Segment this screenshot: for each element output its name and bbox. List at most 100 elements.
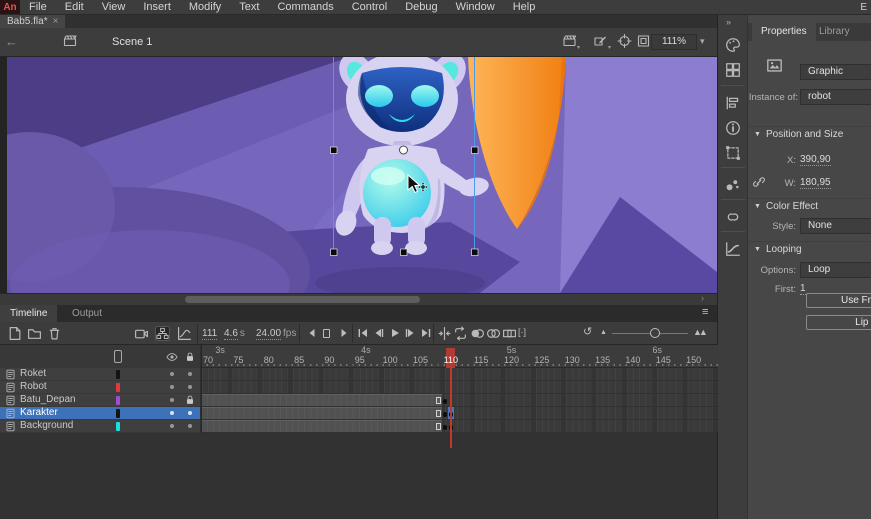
ruler-frame-number[interactable]: 100 xyxy=(383,355,398,365)
symbol-type-dropdown[interactable]: Graphic xyxy=(800,64,871,80)
menu-window[interactable]: Window xyxy=(447,0,504,15)
frame-span[interactable] xyxy=(202,420,442,432)
go-first-frame-icon[interactable] xyxy=(357,328,369,338)
play-icon[interactable] xyxy=(389,328,401,338)
ruler-frame-number[interactable]: 105 xyxy=(413,355,428,365)
creative-cloud-icon[interactable] xyxy=(725,209,741,225)
edit-multiple-frames-icon[interactable] xyxy=(502,326,517,341)
ruler-frame-number[interactable]: 140 xyxy=(625,355,640,365)
menu-edit[interactable]: Edit xyxy=(56,0,93,15)
eye-column-icon[interactable] xyxy=(165,351,179,363)
layer-lock-dot[interactable] xyxy=(188,424,192,428)
layer-row-robot[interactable]: Robot xyxy=(0,381,200,393)
layer-outline-color[interactable] xyxy=(116,383,120,392)
w-value[interactable]: 180,95 xyxy=(800,177,831,189)
tab-output[interactable]: Output xyxy=(62,305,112,322)
step-forward-icon[interactable] xyxy=(338,328,350,338)
layer-row-roket[interactable]: Roket xyxy=(0,368,200,380)
onion-skin-outlines-icon[interactable] xyxy=(486,326,501,341)
ruler-frame-number[interactable]: 145 xyxy=(656,355,671,365)
tab-timeline[interactable]: Timeline xyxy=(0,305,57,322)
keyframe-dot[interactable] xyxy=(443,412,447,416)
panel-menu-icon[interactable]: ≡ xyxy=(702,306,708,318)
brush-library-icon[interactable] xyxy=(725,177,741,193)
onion-skin-icon[interactable] xyxy=(470,326,485,341)
scroll-right-icon[interactable]: › xyxy=(701,293,704,303)
ruler-frame-number[interactable]: 120 xyxy=(504,355,519,365)
layer-outline-color[interactable] xyxy=(116,422,120,431)
new-folder-icon[interactable] xyxy=(27,326,42,341)
ruler-frame-number[interactable]: 75 xyxy=(233,355,243,365)
menu-debug[interactable]: Debug xyxy=(396,0,446,15)
frame-rate-value[interactable]: 24.00fps xyxy=(256,328,296,339)
layer-lock-dot[interactable] xyxy=(188,372,192,376)
back-arrow-icon[interactable]: ← xyxy=(5,34,18,49)
color-palette-icon[interactable] xyxy=(725,37,741,53)
tab-library[interactable]: Library xyxy=(810,23,859,41)
ruler-frame-number[interactable]: 150 xyxy=(686,355,701,365)
align-icon[interactable] xyxy=(725,95,741,111)
stage-zoom-value[interactable]: 111% xyxy=(651,34,697,50)
current-frame-value[interactable]: 111 xyxy=(202,328,217,339)
reset-timeline-zoom-icon[interactable]: ↺ xyxy=(583,325,592,338)
workspace-button[interactable]: E xyxy=(860,0,871,15)
frame-span[interactable] xyxy=(202,407,442,419)
go-last-frame-icon[interactable] xyxy=(420,328,432,338)
menu-help[interactable]: Help xyxy=(504,0,545,15)
frame-ruler[interactable]: 3s4s5s6s 7075808590951001051101151201251… xyxy=(202,345,718,368)
camera-icon[interactable] xyxy=(134,326,149,341)
transform-icon[interactable] xyxy=(725,145,741,161)
parent-view-icon[interactable] xyxy=(155,326,170,341)
layer-row-batu_depan[interactable]: Batu_Depan xyxy=(0,394,200,406)
zoom-chevron-icon[interactable]: ▾ xyxy=(700,36,705,47)
info-icon[interactable] xyxy=(725,120,741,136)
app-logo-icon[interactable]: An xyxy=(0,0,20,15)
frame-row-roket[interactable] xyxy=(202,368,718,380)
instance-name-field[interactable]: robot xyxy=(800,89,871,105)
delete-layer-icon[interactable] xyxy=(47,326,62,341)
clip-content-icon[interactable] xyxy=(636,34,651,48)
layer-visibility-dot[interactable] xyxy=(170,424,174,428)
tab-properties[interactable]: Properties xyxy=(752,23,816,41)
next-keyframe-icon[interactable] xyxy=(404,328,416,338)
ruler-frame-number[interactable]: 130 xyxy=(565,355,580,365)
lock-column-icon[interactable] xyxy=(184,351,196,363)
elapsed-time-value[interactable]: 4.6s xyxy=(224,328,245,339)
layer-lock-dot[interactable] xyxy=(188,411,192,415)
stage-hscrollbar[interactable]: › xyxy=(0,293,717,305)
playhead-line[interactable] xyxy=(450,368,452,448)
prev-keyframe-icon[interactable] xyxy=(373,328,385,338)
zoom-out-timeline-icon[interactable]: ▲ xyxy=(600,329,607,336)
layer-lock-icon[interactable] xyxy=(184,394,196,406)
zoom-in-timeline-icon[interactable]: ▲▲ xyxy=(693,327,705,337)
lip-syncing-button[interactable]: Lip Syncing xyxy=(806,315,871,330)
layer-visibility-dot[interactable] xyxy=(170,398,174,402)
graph-view-icon[interactable] xyxy=(177,326,192,341)
position-size-section[interactable]: ▼ Position and Size xyxy=(748,126,871,141)
edit-scene-icon[interactable] xyxy=(562,34,577,48)
ruler-frame-number[interactable]: 90 xyxy=(324,355,334,365)
menu-modify[interactable]: Modify xyxy=(180,0,230,15)
center-playhead-icon[interactable] xyxy=(437,326,452,341)
ruler-frame-number[interactable]: 125 xyxy=(534,355,549,365)
outline-color-column-icon[interactable] xyxy=(114,350,122,363)
x-value[interactable]: 390,90 xyxy=(800,154,831,166)
stage[interactable] xyxy=(0,57,717,293)
center-stage-icon[interactable] xyxy=(617,34,632,48)
style-dropdown[interactable]: None xyxy=(800,218,871,234)
layer-row-background[interactable]: Background xyxy=(0,420,200,432)
layer-visibility-dot[interactable] xyxy=(170,372,174,376)
timeline-zoom-knob[interactable] xyxy=(650,328,660,338)
close-icon[interactable]: × xyxy=(53,15,59,28)
swatches-icon[interactable] xyxy=(725,62,741,78)
frame-span[interactable] xyxy=(202,394,442,406)
stage-canvas[interactable] xyxy=(0,57,717,293)
layer-row-karakter[interactable]: Karakter xyxy=(0,407,200,419)
menu-text[interactable]: Text xyxy=(230,0,268,15)
edit-symbols-icon[interactable] xyxy=(593,34,608,48)
layer-visibility-dot[interactable] xyxy=(170,411,174,415)
layer-lock-dot[interactable] xyxy=(188,385,192,389)
section-collapse-icon[interactable]: ▼ xyxy=(754,203,761,210)
loop-options-dropdown[interactable]: Loop xyxy=(800,262,871,278)
menu-file[interactable]: File xyxy=(20,0,56,15)
